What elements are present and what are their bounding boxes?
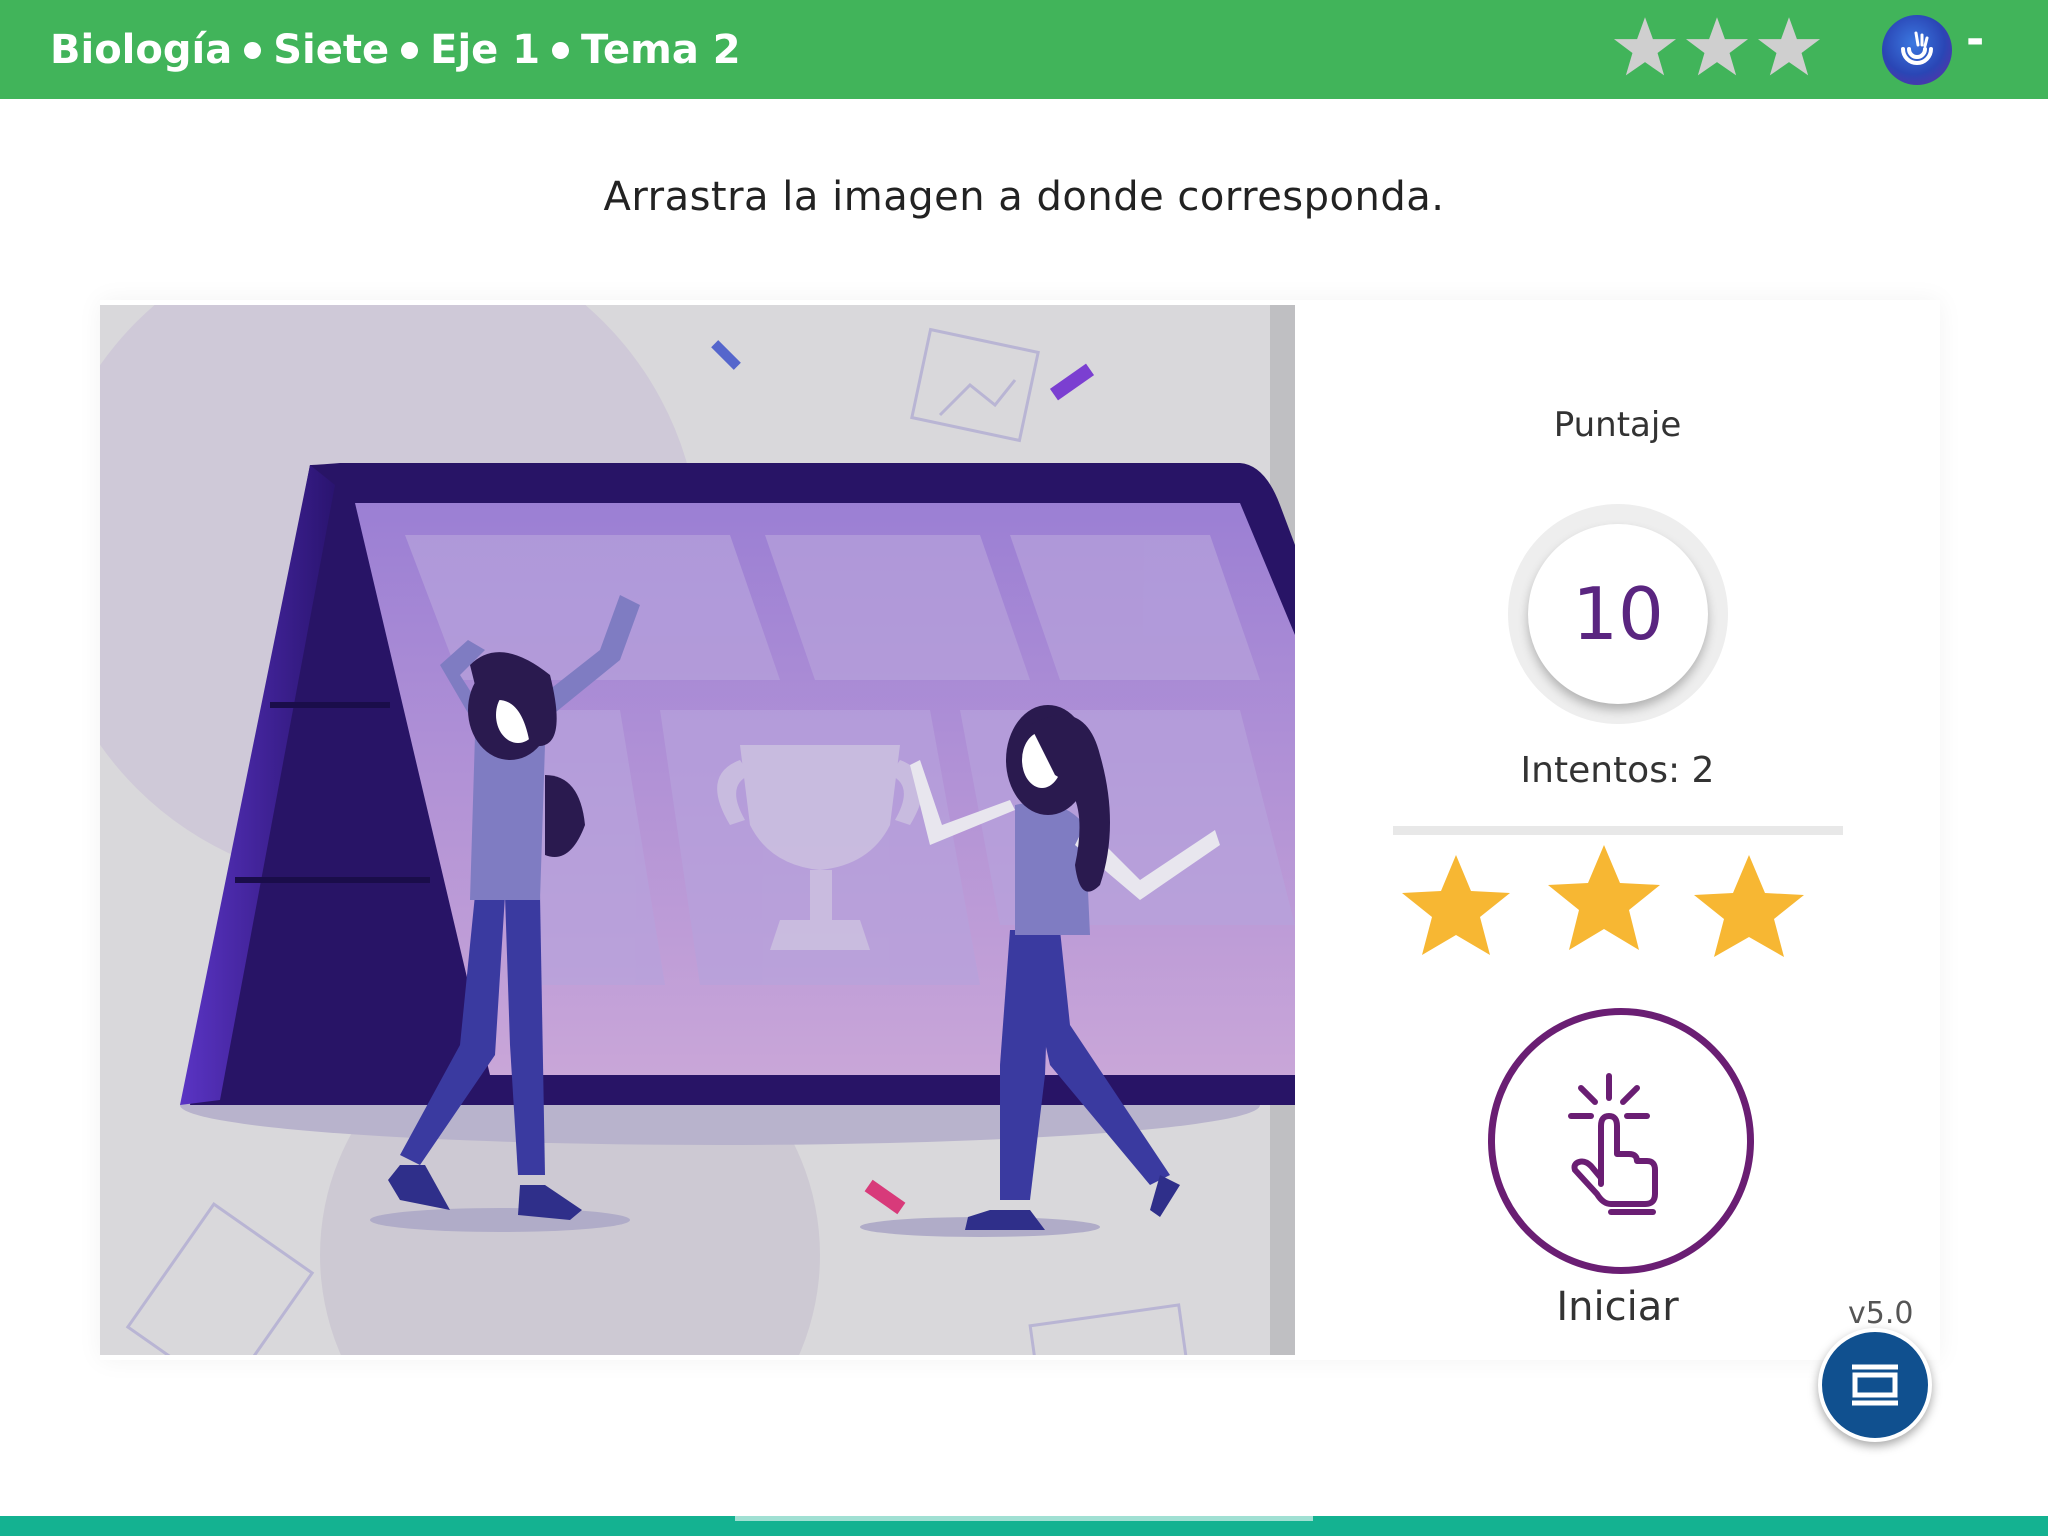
breadcrumb: Biología Siete Eje 1 Tema 2 <box>50 22 741 78</box>
activity-instruction: Arrastra la imagen a donde corresponda. <box>603 174 1445 220</box>
brand-logo-icon[interactable] <box>1882 15 1952 85</box>
star-icon <box>1613 17 1677 76</box>
breadcrumb-separator <box>401 41 419 59</box>
progress-stars <box>1612 14 1822 80</box>
bottom-tab <box>735 1516 1313 1521</box>
menu-toggle[interactable]: - <box>1966 14 1984 65</box>
slides-icon <box>1852 1364 1898 1406</box>
breadcrumb-level[interactable]: Siete <box>273 27 389 73</box>
bottom-bar <box>0 1516 2048 1536</box>
version-label: v5.0 <box>1848 1296 1914 1331</box>
breadcrumb-separator <box>244 41 262 59</box>
logo-mark-icon <box>1901 31 1933 65</box>
score-value: 10 <box>1528 524 1708 704</box>
tap-hand-icon <box>1568 1073 1658 1215</box>
star-icon <box>1548 845 1660 950</box>
breadcrumb-subject[interactable]: Biología <box>50 27 232 73</box>
attempts-value: 2 <box>1691 750 1715 791</box>
attempts-label: Intentos: <box>1520 750 1681 791</box>
divider <box>1393 826 1843 835</box>
breadcrumb-topic[interactable]: Tema 2 <box>581 27 741 73</box>
breadcrumb-axis[interactable]: Eje 1 <box>430 27 540 73</box>
score-stars <box>1402 845 1804 957</box>
attempts-text: Intentos: 2 <box>1340 750 1895 791</box>
slides-button[interactable] <box>1818 1328 1932 1442</box>
star-icon <box>1685 17 1749 76</box>
star-icon <box>1757 17 1821 76</box>
breadcrumb-separator <box>552 41 570 59</box>
top-bar: Biología Siete Eje 1 Tema 2 - <box>0 0 2048 99</box>
celebration-illustration <box>100 305 1295 1355</box>
score-label: Puntaje <box>1553 405 1682 445</box>
start-label[interactable]: Iniciar <box>1340 1284 1895 1330</box>
start-button[interactable] <box>1488 1008 1754 1274</box>
star-icon <box>1694 855 1804 957</box>
star-icon <box>1402 855 1510 955</box>
